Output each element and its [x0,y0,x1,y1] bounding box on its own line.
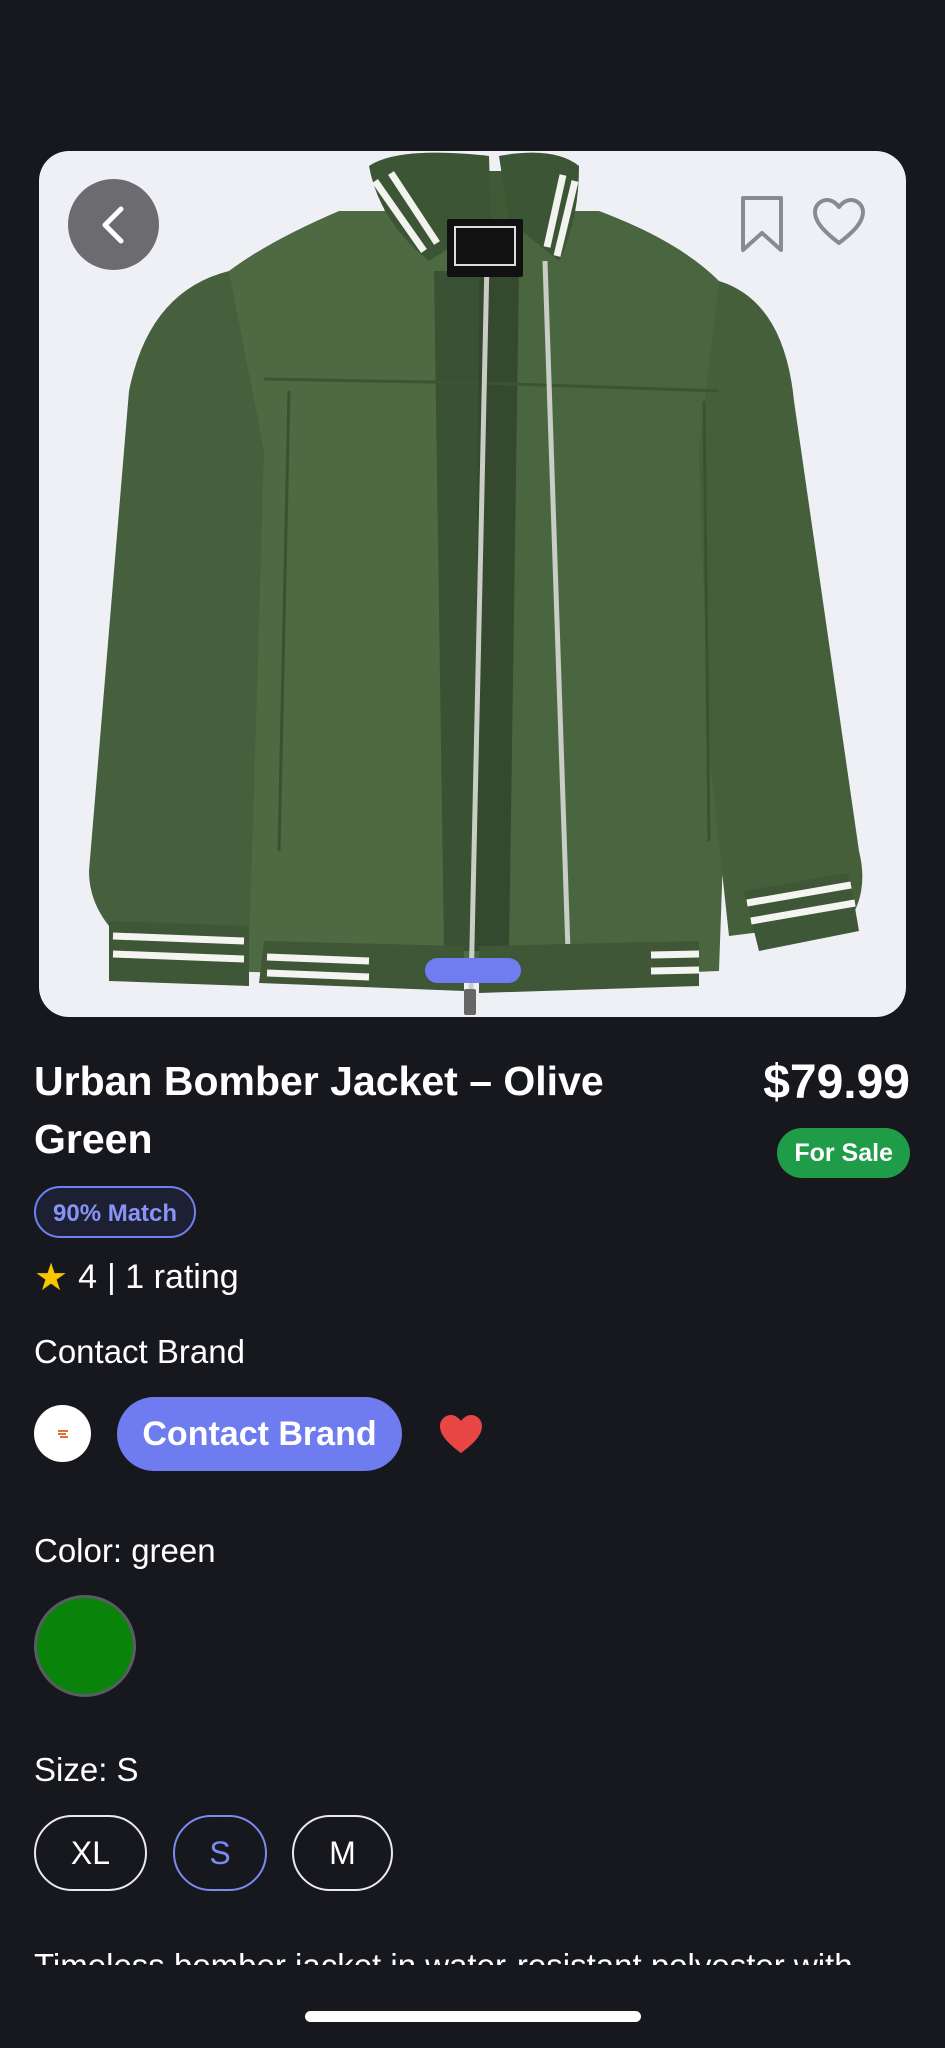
color-swatch-green[interactable] [34,1595,136,1697]
product-title: Urban Bomber Jacket – Olive Green [34,1058,604,1162]
chevron-left-icon [102,206,123,243]
size-option-xl[interactable]: XL [34,1815,147,1891]
contact-section-label: Contact Brand [34,1333,245,1370]
product-image-gallery[interactable] [39,151,906,1017]
contact-brand-button[interactable]: Contact Brand [117,1397,402,1471]
rating-value: 4 [78,1258,97,1296]
size-option-s[interactable]: S [173,1815,267,1891]
home-indicator[interactable] [305,2011,641,2022]
heart-outline-icon[interactable] [812,197,866,247]
star-icon: ★ [34,1257,69,1299]
gallery-page-indicator[interactable] [425,958,521,983]
heart-filled-icon[interactable] [438,1413,484,1455]
size-label: Size: S [34,1751,139,1788]
size-option-m[interactable]: M [292,1815,393,1891]
rating-count: | 1 rating [107,1258,239,1296]
back-button[interactable] [68,179,159,270]
product-price: $79.99 [763,1056,910,1109]
rating-summary: ★ 4 | 1 rating [34,1255,239,1300]
sale-status-badge: For Sale [777,1128,910,1178]
product-description: Timeless bomber jacket in water-resistan… [34,1943,914,1965]
brand-logo[interactable] [34,1405,91,1462]
color-label: Color: green [34,1532,216,1569]
product-image [89,152,863,1015]
brand-logo-mark [57,1429,68,1438]
match-badge: 90% Match [34,1186,197,1238]
bookmark-icon[interactable] [739,195,785,253]
